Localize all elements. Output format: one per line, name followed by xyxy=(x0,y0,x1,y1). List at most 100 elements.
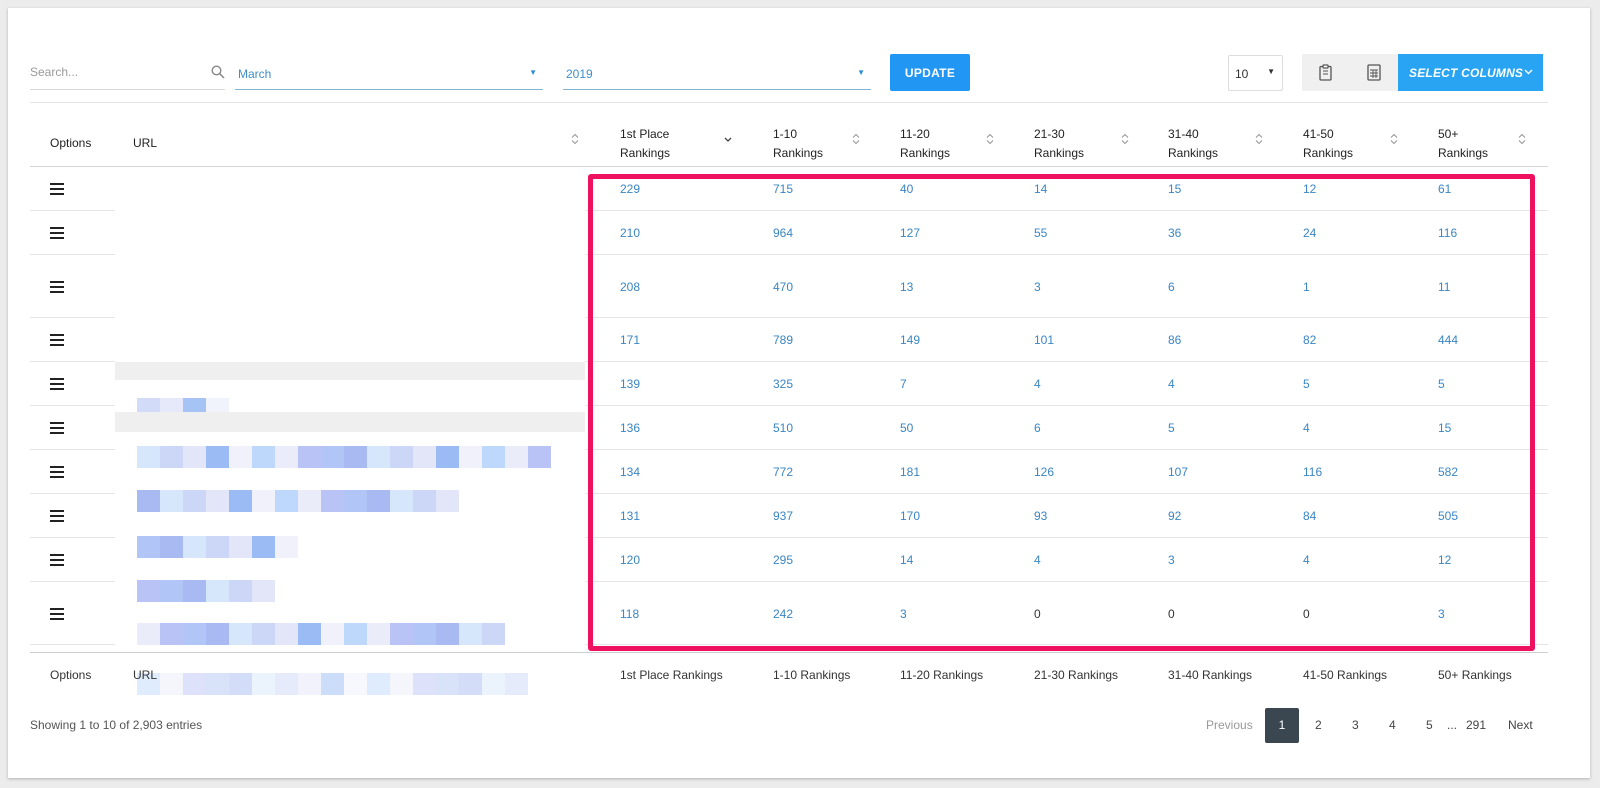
cell-first-place[interactable]: 229 xyxy=(620,182,640,196)
header-21-30[interactable]: 21-30 Rankings xyxy=(1034,103,1159,168)
cell-50-plus[interactable]: 11 xyxy=(1438,280,1450,294)
cell-1-10[interactable]: 470 xyxy=(773,280,793,294)
cell-11-20[interactable]: 13 xyxy=(900,280,913,294)
cell-1-10[interactable]: 964 xyxy=(773,226,793,240)
cell-21-30[interactable]: 4 xyxy=(1034,553,1041,567)
cell-first-place[interactable]: 136 xyxy=(620,421,640,435)
cell-21-30[interactable]: 55 xyxy=(1034,226,1047,240)
cell-41-50[interactable]: 24 xyxy=(1303,226,1316,240)
cell-50-plus[interactable]: 3 xyxy=(1438,607,1445,621)
cell-1-10[interactable]: 772 xyxy=(773,465,793,479)
copy-button[interactable] xyxy=(1302,54,1350,91)
hamburger-menu-icon[interactable] xyxy=(50,554,64,566)
sort-icon[interactable] xyxy=(1390,133,1398,145)
pagination-previous[interactable]: Previous xyxy=(1206,718,1253,732)
cell-1-10[interactable]: 789 xyxy=(773,333,793,347)
sort-icon[interactable] xyxy=(852,133,860,145)
hamburger-menu-icon[interactable] xyxy=(50,422,64,434)
cell-41-50[interactable]: 116 xyxy=(1303,465,1322,479)
year-select[interactable]: 2019 ▼ xyxy=(563,58,871,90)
header-url[interactable]: URL xyxy=(133,103,588,168)
pagination-page-active[interactable]: 1 xyxy=(1265,708,1299,743)
sort-icon[interactable] xyxy=(1518,133,1526,145)
cell-first-place[interactable]: 134 xyxy=(620,465,640,479)
hamburger-menu-icon[interactable] xyxy=(50,334,64,346)
cell-21-30[interactable]: 3 xyxy=(1034,280,1041,294)
cell-31-40[interactable]: 15 xyxy=(1168,182,1181,196)
pagination-page[interactable]: 5 xyxy=(1426,718,1433,732)
sort-icon[interactable] xyxy=(986,133,994,145)
cell-11-20[interactable]: 170 xyxy=(900,509,920,523)
cell-41-50[interactable]: 84 xyxy=(1303,509,1316,523)
hamburger-menu-icon[interactable] xyxy=(50,607,64,620)
cell-1-10[interactable]: 715 xyxy=(773,182,793,196)
cell-50-plus[interactable]: 61 xyxy=(1438,182,1451,196)
cell-41-50[interactable]: 1 xyxy=(1303,280,1310,294)
update-button[interactable]: UPDATE xyxy=(890,54,970,91)
hamburger-menu-icon[interactable] xyxy=(50,183,64,195)
cell-first-place[interactable]: 139 xyxy=(620,377,640,391)
cell-11-20[interactable]: 3 xyxy=(900,607,907,621)
search-input[interactable] xyxy=(30,58,200,86)
hamburger-menu-icon[interactable] xyxy=(50,280,64,293)
cell-1-10[interactable]: 295 xyxy=(773,553,793,567)
header-31-40[interactable]: 31-40 Rankings xyxy=(1168,103,1293,168)
cell-11-20[interactable]: 14 xyxy=(900,553,913,567)
cell-1-10[interactable]: 937 xyxy=(773,509,793,523)
cell-first-place[interactable]: 120 xyxy=(620,553,640,567)
cell-1-10[interactable]: 242 xyxy=(773,607,793,621)
cell-first-place[interactable]: 131 xyxy=(620,509,640,523)
cell-50-plus[interactable]: 582 xyxy=(1438,465,1458,479)
cell-21-30[interactable]: 14 xyxy=(1034,182,1047,196)
pagination-page[interactable]: 3 xyxy=(1352,718,1359,732)
cell-31-40[interactable]: 4 xyxy=(1168,377,1175,391)
cell-50-plus[interactable]: 15 xyxy=(1438,421,1451,435)
cell-41-50[interactable]: 5 xyxy=(1303,377,1310,391)
cell-first-place[interactable]: 118 xyxy=(620,607,639,621)
header-41-50[interactable]: 41-50 Rankings xyxy=(1303,103,1428,168)
search-icon[interactable] xyxy=(211,65,225,79)
cell-50-plus[interactable]: 12 xyxy=(1438,553,1451,567)
hamburger-menu-icon[interactable] xyxy=(50,227,64,239)
cell-31-40[interactable]: 5 xyxy=(1168,421,1175,435)
hamburger-menu-icon[interactable] xyxy=(50,466,64,478)
header-11-20[interactable]: 11-20 Rankings xyxy=(900,103,1025,168)
header-1-10[interactable]: 1-10 Rankings xyxy=(773,103,898,168)
cell-21-30[interactable]: 4 xyxy=(1034,377,1041,391)
cell-31-40[interactable]: 3 xyxy=(1168,553,1175,567)
cell-11-20[interactable]: 50 xyxy=(900,421,913,435)
cell-1-10[interactable]: 325 xyxy=(773,377,793,391)
cell-11-20[interactable]: 149 xyxy=(900,333,920,347)
cell-50-plus[interactable]: 5 xyxy=(1438,377,1445,391)
cell-first-place[interactable]: 210 xyxy=(620,226,640,240)
cell-41-50[interactable]: 12 xyxy=(1303,182,1316,196)
csv-export-button[interactable] xyxy=(1350,54,1398,91)
hamburger-menu-icon[interactable] xyxy=(50,510,64,522)
sort-icon[interactable] xyxy=(1121,133,1129,145)
cell-11-20[interactable]: 181 xyxy=(900,465,920,479)
sort-icon[interactable] xyxy=(1255,133,1263,145)
cell-31-40[interactable]: 107 xyxy=(1168,465,1188,479)
cell-50-plus[interactable]: 505 xyxy=(1438,509,1458,523)
cell-41-50[interactable]: 82 xyxy=(1303,333,1316,347)
cell-21-30[interactable]: 6 xyxy=(1034,421,1041,435)
entries-per-page-select[interactable]: 10 ▼ xyxy=(1228,55,1283,91)
sort-descending-icon[interactable] xyxy=(724,135,732,147)
cell-11-20[interactable]: 127 xyxy=(900,226,920,240)
cell-50-plus[interactable]: 116 xyxy=(1438,226,1457,240)
pagination-page[interactable]: 4 xyxy=(1389,718,1396,732)
month-select[interactable]: March ▼ xyxy=(235,58,543,90)
cell-11-20[interactable]: 7 xyxy=(900,377,907,391)
cell-first-place[interactable]: 208 xyxy=(620,280,640,294)
cell-41-50[interactable]: 4 xyxy=(1303,421,1310,435)
cell-41-50[interactable]: 4 xyxy=(1303,553,1310,567)
select-columns-button[interactable]: SELECT COLUMNS xyxy=(1398,54,1543,91)
cell-31-40[interactable]: 86 xyxy=(1168,333,1181,347)
cell-21-30[interactable]: 93 xyxy=(1034,509,1047,523)
pagination-page[interactable]: 2 xyxy=(1315,718,1322,732)
hamburger-menu-icon[interactable] xyxy=(50,378,64,390)
cell-31-40[interactable]: 92 xyxy=(1168,509,1181,523)
cell-31-40[interactable]: 6 xyxy=(1168,280,1175,294)
cell-11-20[interactable]: 40 xyxy=(900,182,913,196)
cell-50-plus[interactable]: 444 xyxy=(1438,333,1458,347)
